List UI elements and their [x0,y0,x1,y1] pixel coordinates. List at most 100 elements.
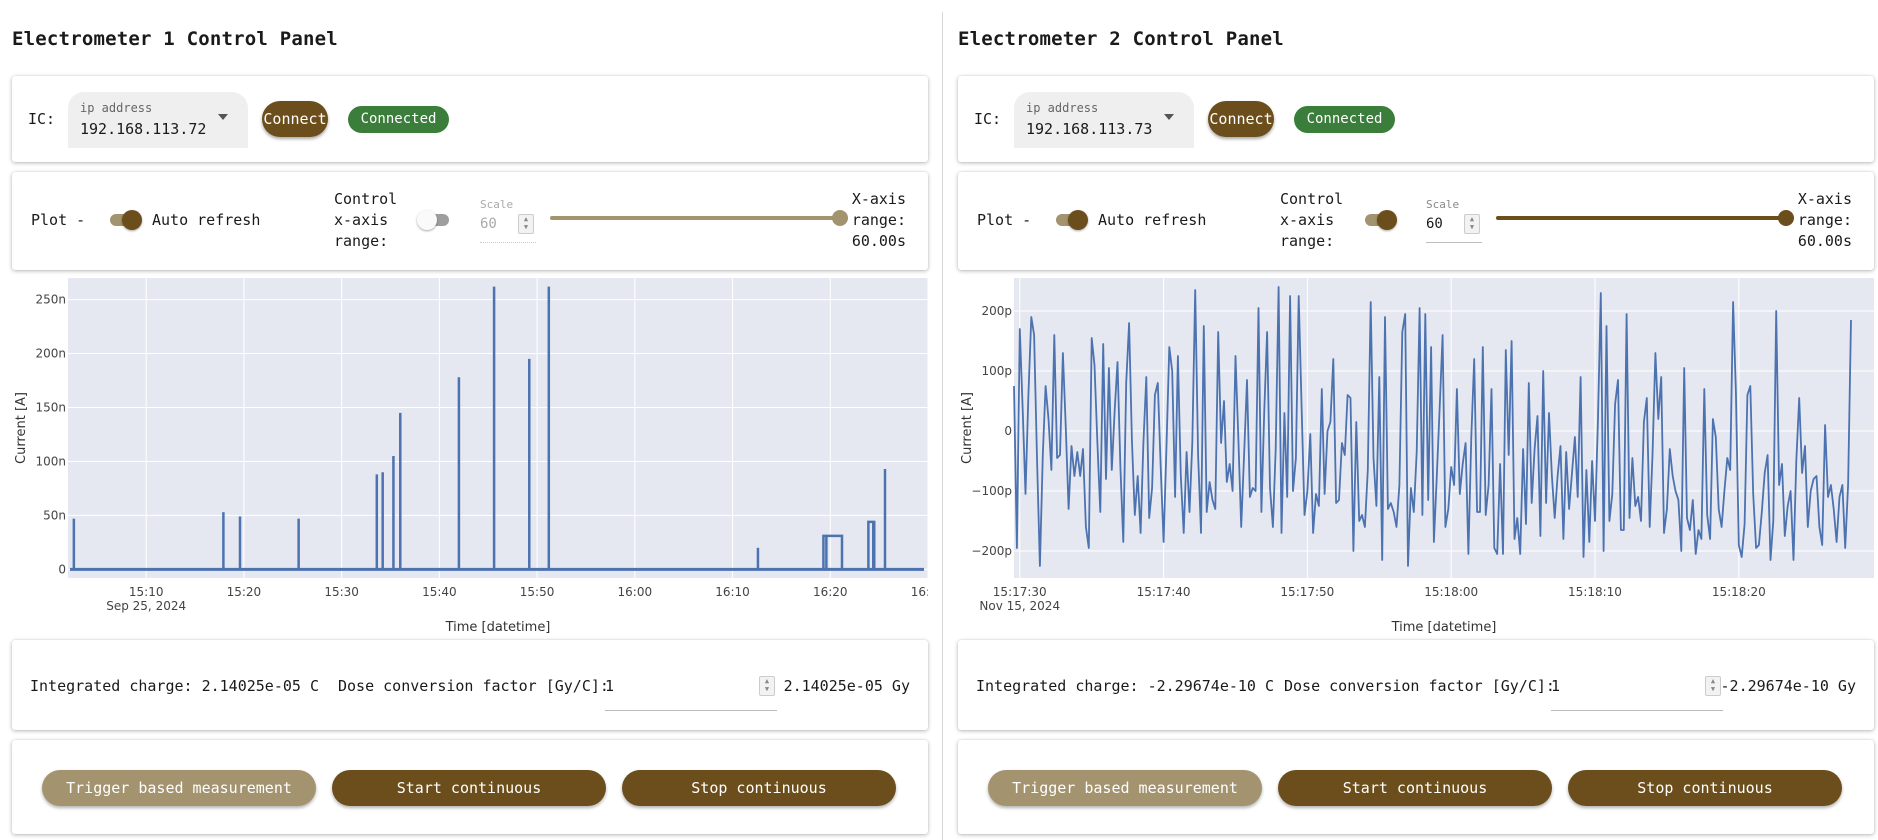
y-axis-title: Current [A] [14,392,29,464]
y-tick-label: −100p [971,484,1012,498]
dropdown-arrow-icon[interactable] [1164,114,1174,120]
scale-input[interactable]: Scale ... 60 ▲▼ [480,198,536,243]
spinner-icon[interactable]: ▲ ▼ [759,676,775,696]
scale-value: 60 [1426,216,1443,232]
ip-address-select[interactable]: ip address 192.168.113.72 [68,92,248,148]
control-x-axis-toggle[interactable] [1363,210,1397,230]
y-tick-label: 0 [58,562,66,576]
y-tick-label: 100n [35,454,66,468]
chart-svg[interactable]: 0 50n 100n 150n 200n 250n 15:10 15:20 15:30 15:40… [12,276,928,638]
slider-thumb[interactable] [1778,210,1794,226]
y-axis-title: Current [A] [960,392,975,464]
dose-conversion-input[interactable]: 1 ▲ ▼ [605,662,777,711]
scale-label: Scale ... [1426,198,1466,211]
stop-continuous-button[interactable]: Stop continuous [1568,770,1842,806]
start-continuous-button[interactable]: Start continuous [1278,770,1552,806]
ic-label: IC: [974,110,1002,128]
chart-svg[interactable]: −200p −100p 0 100p 200p 15:17:30 15:17:40 15:17… [958,276,1874,638]
integrated-charge: Integrated charge: -2.29674e-10 C [976,677,1275,695]
x-tick-label: 15:40 [422,585,457,599]
connection-card: IC: ip address 192.168.113.73 Connect Co… [958,76,1874,162]
x-tick-label: 16:10 [715,585,750,599]
x-axis-range-slider[interactable] [550,210,848,226]
measurement-card: Trigger based measurement Start continuo… [12,740,928,834]
x-tick-label: 15:10 [129,585,164,599]
dose-conversion-label: Dose conversion factor [Gy/C]: [338,677,609,695]
ip-address-value: 192.168.113.73 [1026,120,1153,138]
plot-label: Plot - [31,211,86,229]
ip-address-label: ip address [80,101,153,115]
plot-controls-card: Plot - Auto refresh Control x-axis range: … [958,172,1874,270]
ip-address-label: ip address [1026,101,1099,115]
auto-refresh-toggle[interactable] [108,210,142,230]
connect-button[interactable]: Connect [1208,101,1274,137]
control-x-axis-toggle[interactable] [417,210,451,230]
x-tick-label: 15:17:40 [1137,585,1191,599]
dose-conversion-input[interactable]: 1 ▲ ▼ [1551,662,1723,711]
x-axis-range-label: X-axis range: 60.00s [1797,190,1852,250]
connect-button[interactable]: Connect [262,101,328,137]
panel-divider [942,12,943,840]
trigger-measurement-button[interactable]: Trigger based measurement [988,770,1262,806]
x-axis-range-slider[interactable] [1496,210,1794,226]
measurement-card: Trigger based measurement Start continuo… [958,740,1874,834]
dose-result: -2.29674e-10 Gy [1720,677,1856,695]
current-chart[interactable]: −200p −100p 0 100p 200p 15:17:30 15:17:40 15:17… [958,276,1874,638]
y-tick-label: 250n [35,293,66,307]
x-tick-label: 16:20 [813,585,848,599]
panel-title: Electrometer 2 Control Panel [958,28,1284,50]
current-chart[interactable]: 0 50n 100n 150n 200n 250n 15:10 15:20 15:30 15:40… [12,276,928,638]
x-tick-label: 15:18:00 [1424,585,1478,599]
dose-card: Integrated charge: 2.14025e-05 C Dose co… [12,640,928,730]
spinner-icon[interactable]: ▲ ▼ [1705,676,1721,696]
start-continuous-button[interactable]: Start continuous [332,770,606,806]
plot-area [68,278,928,578]
dose-card: Integrated charge: -2.29674e-10 C Dose c… [958,640,1874,730]
y-tick-label: 200n [35,347,66,361]
spinner-icon[interactable]: ▲ ▼ [518,214,534,234]
y-tick-label: 200p [981,304,1012,318]
x-tick-label: 16:30 [911,585,928,599]
x-tick-label: 15:20 [227,585,262,599]
x-axis-range-label: X-axis range: 60.00s [851,190,906,250]
electrometer-1-panel: Electrometer 1 Control Panel IC: ip addr… [12,0,940,840]
x-date-label: Nov 15, 2024 [979,599,1060,613]
panel-title: Electrometer 1 Control Panel [12,28,338,50]
scale-label: Scale ... [480,198,520,211]
x-date-label: Sep 25, 2024 [106,599,186,613]
ic-label: IC: [28,110,56,128]
x-tick-label: 15:30 [324,585,359,599]
x-tick-label: 15:17:50 [1280,585,1334,599]
slider-thumb[interactable] [832,210,848,226]
electrometer-2-panel: Electrometer 2 Control Panel IC: ip addr… [958,0,1878,840]
x-tick-label: 15:17:30 [993,585,1047,599]
auto-refresh-label: Auto refresh [152,211,261,229]
x-axis-title: Time [datetime] [1391,620,1497,635]
x-tick-label: 15:50 [520,585,555,599]
y-tick-label: 150n [35,400,66,414]
spinner-icon[interactable]: ▲ ▼ [1464,214,1480,234]
x-axis-title: Time [datetime] [445,620,551,635]
y-tick-label: 100p [981,364,1012,378]
dose-conversion-label: Dose conversion factor [Gy/C]: [1284,677,1555,695]
y-tick-label: 0 [1004,424,1012,438]
control-x-axis-label: Control x-axis range: [1280,190,1344,250]
scale-input[interactable]: Scale ... 60 ▲▼ [1426,198,1482,243]
trigger-measurement-button[interactable]: Trigger based measurement [42,770,316,806]
x-tick-label: 16:00 [618,585,653,599]
plot-label: Plot - [977,211,1032,229]
ip-address-select[interactable]: ip address 192.168.113.73 [1014,92,1194,148]
integrated-charge: Integrated charge: 2.14025e-05 C [30,677,319,695]
control-x-axis-label: Control x-axis range: [334,190,398,250]
dose-conversion-value: 1 [605,677,615,695]
status-badge: Connected [1294,106,1395,133]
plot-controls-card: Plot - Auto refresh Control x-axis range: … [12,172,928,270]
dose-result: 2.14025e-05 Gy [783,677,910,695]
y-tick-label: −200p [971,544,1012,558]
stop-continuous-button[interactable]: Stop continuous [622,770,896,806]
ip-address-value: 192.168.113.72 [80,120,207,138]
status-badge: Connected [348,106,449,133]
dropdown-arrow-icon[interactable] [218,114,228,120]
scale-value: 60 [480,216,497,232]
auto-refresh-toggle[interactable] [1054,210,1088,230]
